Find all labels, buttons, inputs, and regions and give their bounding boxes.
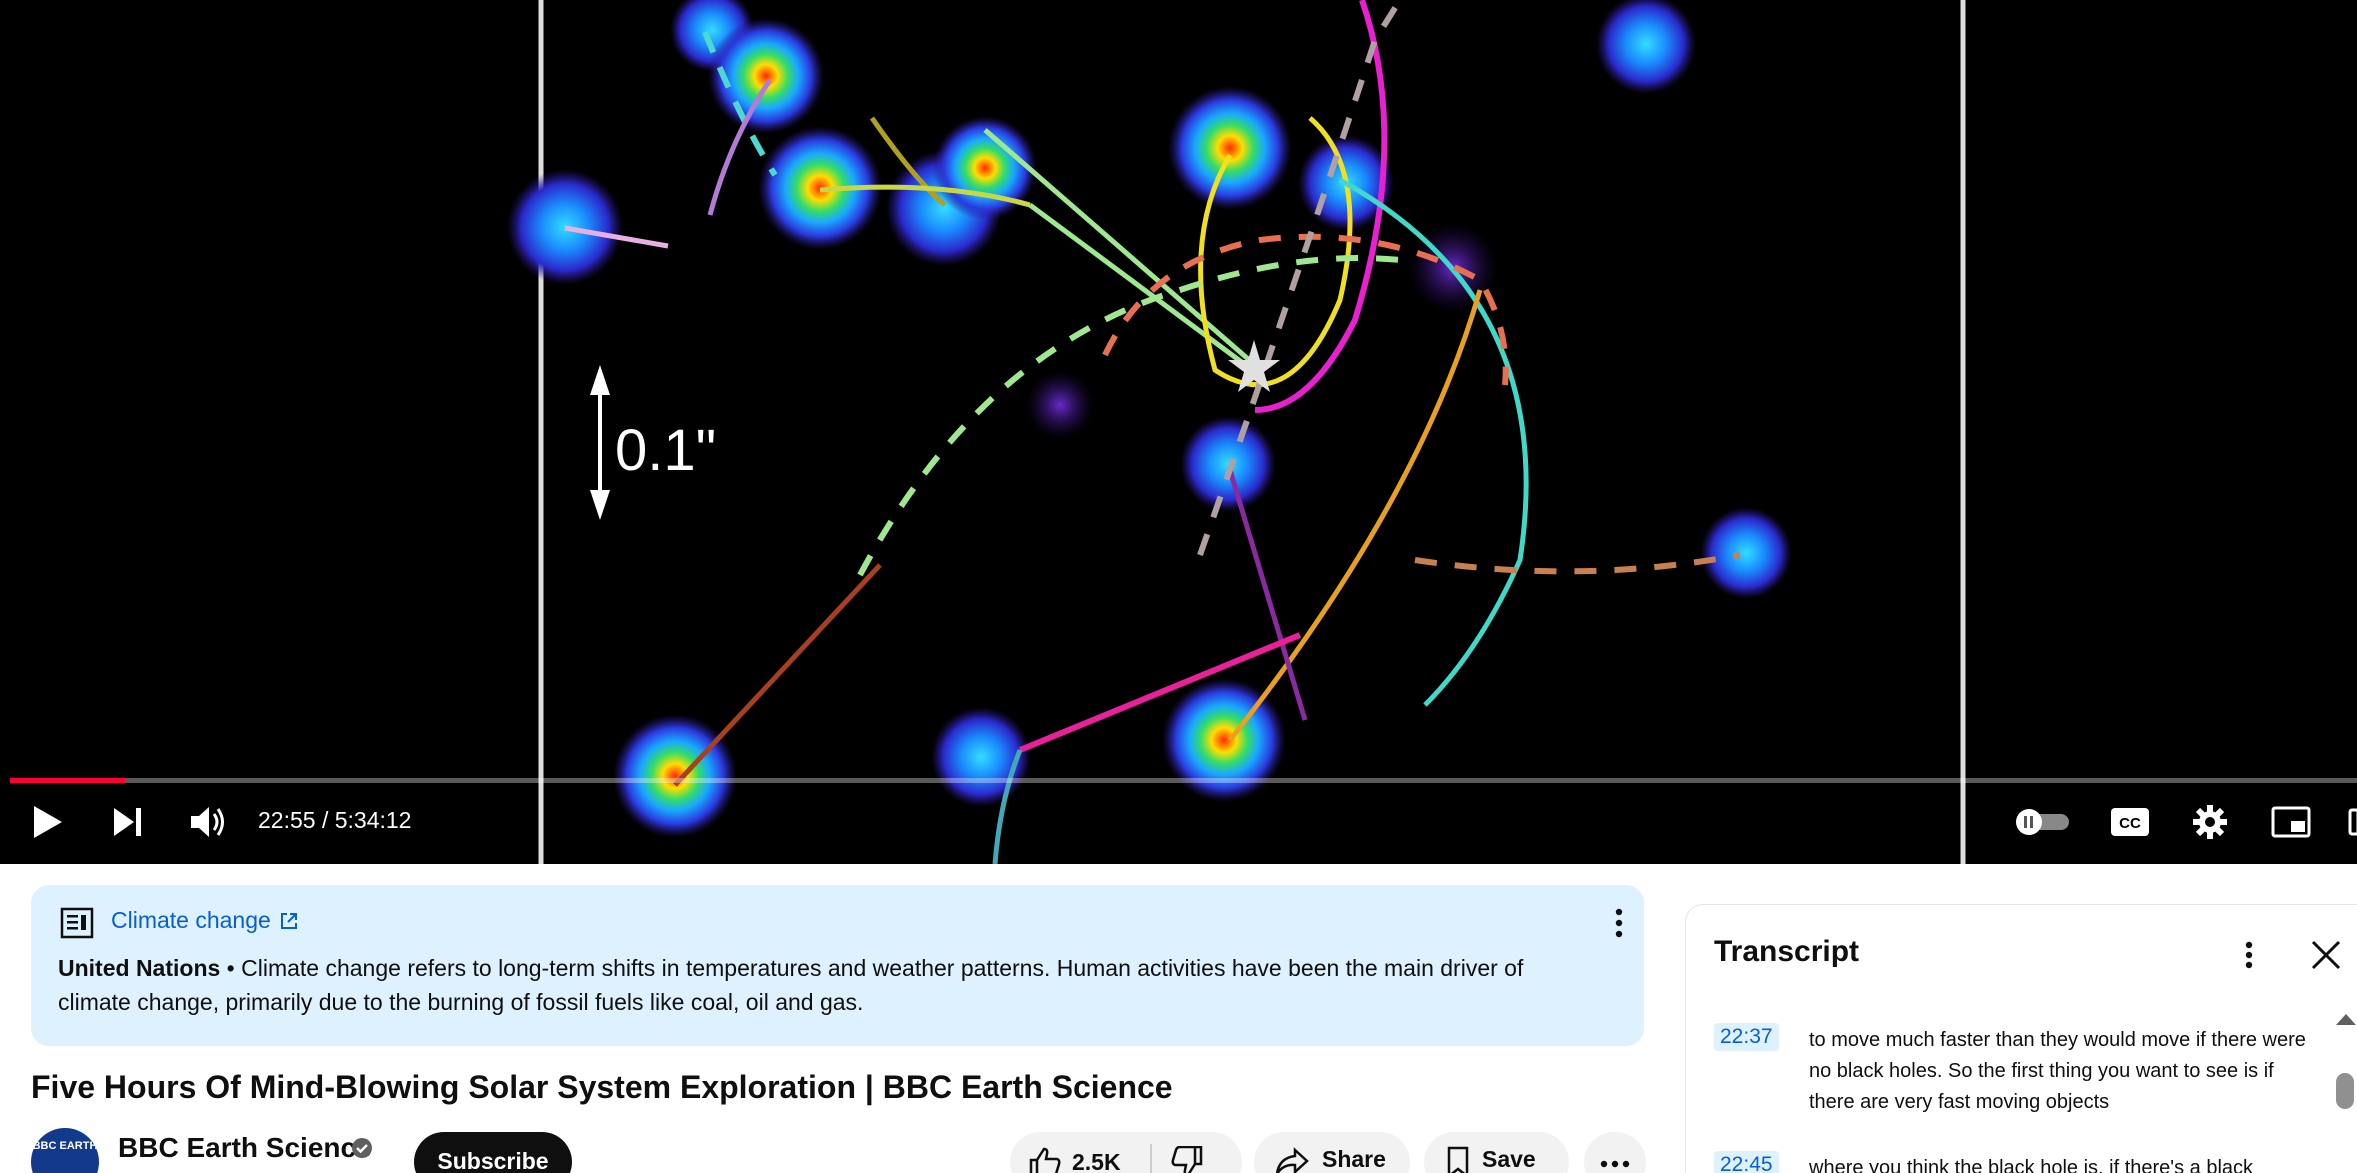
transcript-title: Transcript: [1714, 935, 1860, 968]
channel-avatar[interactable]: BBC EARTH: [31, 1128, 99, 1173]
miniplayer-button[interactable]: [2263, 790, 2319, 854]
verified-icon: [352, 1138, 372, 1158]
info-menu-icon[interactable]: [1601, 903, 1637, 943]
info-description-text: • Climate change refers to long-term shi…: [58, 955, 1524, 1015]
channel-name[interactable]: BBC Earth Science: [118, 1132, 372, 1164]
video-duration: 5:34:12: [334, 807, 412, 833]
autoplay-toggle[interactable]: [2010, 790, 2074, 854]
more-actions-button[interactable]: [1584, 1132, 1646, 1173]
segment-text: to move much faster than they would move…: [1809, 1029, 2306, 1113]
progress-fill: [10, 778, 125, 783]
settings-button[interactable]: [2182, 790, 2238, 854]
segment-text: where you think the black hole is, if th…: [1809, 1157, 2254, 1173]
transcript-segment[interactable]: 22:37 to move much faster than they woul…: [1714, 1023, 2306, 1113]
subscribe-button[interactable]: Subscribe: [414, 1132, 572, 1173]
info-link-text: Climate change: [111, 907, 271, 933]
scroll-up-icon[interactable]: [2334, 1011, 2357, 1027]
play-icon: [34, 806, 62, 838]
transcript-panel: Transcript 22:37 to move much faster tha…: [1685, 904, 2357, 1173]
share-icon: [1275, 1147, 1309, 1173]
mute-button[interactable]: [180, 790, 236, 854]
video-title: Five Hours Of Mind-Blowing Solar System …: [31, 1069, 1173, 1105]
like-count: 2.5K: [1072, 1148, 1121, 1173]
video-player[interactable]: 0.1" CC 22:55 / 5:34:12: [0, 0, 2357, 864]
theater-button[interactable]: [2348, 790, 2357, 854]
save-button[interactable]: Save: [1424, 1132, 1569, 1173]
progress-bar[interactable]: [10, 778, 2357, 783]
segment-timestamp[interactable]: 22:37: [1714, 1023, 1779, 1051]
transcript-scrollbar[interactable]: [2336, 1073, 2354, 1109]
info-panel: Climate change United Nations • Climate …: [31, 885, 1644, 1046]
like-dislike-group: 2.5K: [1010, 1132, 1242, 1173]
info-source: United Nations: [58, 955, 221, 981]
svg-text:CC: CC: [2119, 815, 2141, 832]
thumbs-up-icon: [1029, 1147, 1061, 1173]
video-frame: 0.1": [507, 0, 1966, 864]
scale-label: 0.1": [615, 418, 716, 483]
segment-timestamp[interactable]: 22:45: [1714, 1151, 1779, 1173]
share-button[interactable]: Share: [1254, 1132, 1410, 1173]
bookmark-icon: [1447, 1146, 1469, 1173]
save-label: Save: [1482, 1146, 1536, 1172]
info-description: United Nations • Climate change refers t…: [58, 951, 1598, 1019]
close-icon[interactable]: [2308, 937, 2344, 973]
info-link[interactable]: Climate change: [111, 907, 299, 934]
miniplayer-icon: [2271, 806, 2311, 838]
captions-button[interactable]: CC: [2102, 790, 2158, 854]
captions-icon: CC: [2111, 808, 2149, 836]
dislike-button[interactable]: [1152, 1145, 1204, 1173]
play-button[interactable]: [20, 790, 76, 854]
theater-icon: [2348, 808, 2357, 836]
share-label: Share: [1322, 1146, 1386, 1172]
time-display: 22:55 / 5:34:12: [258, 807, 411, 834]
thumbs-down-icon: [1171, 1145, 1203, 1173]
transcript-segment[interactable]: 22:45 where you think the black hole is,…: [1714, 1151, 2294, 1173]
next-button[interactable]: [100, 790, 156, 854]
gear-icon: [2193, 805, 2227, 839]
like-button[interactable]: 2.5K: [1010, 1146, 1150, 1173]
external-link-icon: [280, 912, 297, 929]
article-icon: [60, 907, 94, 939]
time-separator: /: [315, 807, 335, 833]
current-time: 22:55: [258, 807, 316, 833]
volume-icon: [191, 807, 224, 837]
more-horizontal-icon: [1600, 1160, 1630, 1168]
avatar-logo-text: BBC EARTH: [32, 1140, 98, 1152]
autoplay-toggle-icon: [2016, 809, 2069, 835]
skip-next-icon: [114, 808, 141, 836]
transcript-menu-icon[interactable]: [2234, 937, 2264, 973]
